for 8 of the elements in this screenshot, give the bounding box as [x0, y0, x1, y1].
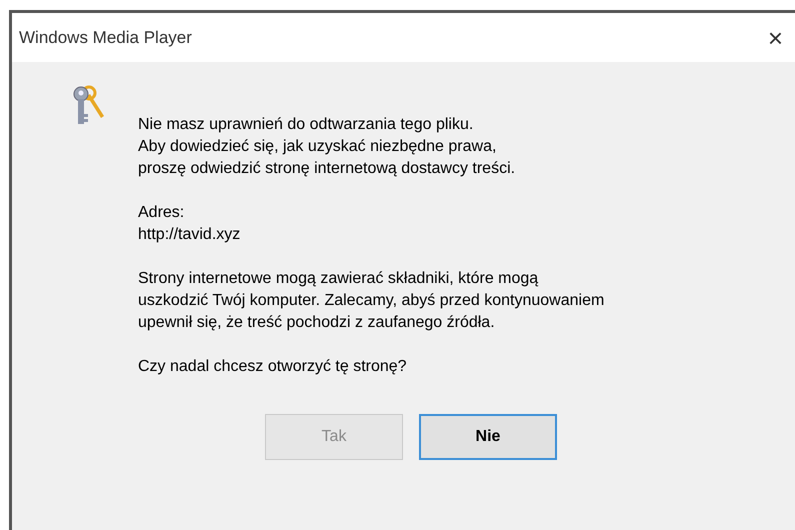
message-text: Czy nadal chcesz otworzyć tę stronę?: [138, 357, 408, 377]
dialog-button[interactable]: Nie: [419, 414, 557, 460]
message-text: Strony internetowe mogą zawierać składniki, które mogą uszkodzić Twój komputer. Zalecamy, abyś przed kontynuowaniem upewnił się, że treść pochodzi z zaufanego źródła.: [138, 269, 604, 333]
close-button[interactable]: ×: [764, 24, 787, 50]
window-title: Windows Media Player: [19, 26, 192, 49]
message-text: Adres: http://tavid.xyz: [138, 203, 242, 245]
message-text: Nie masz uprawnień do odtwarzania tego pliku. Aby dowiedzieć się, jak uzyskać niezbędne prawa, proszę odwiedzić stronę internetową dostawcy treści.: [138, 115, 516, 179]
key-icon: [72, 84, 106, 126]
